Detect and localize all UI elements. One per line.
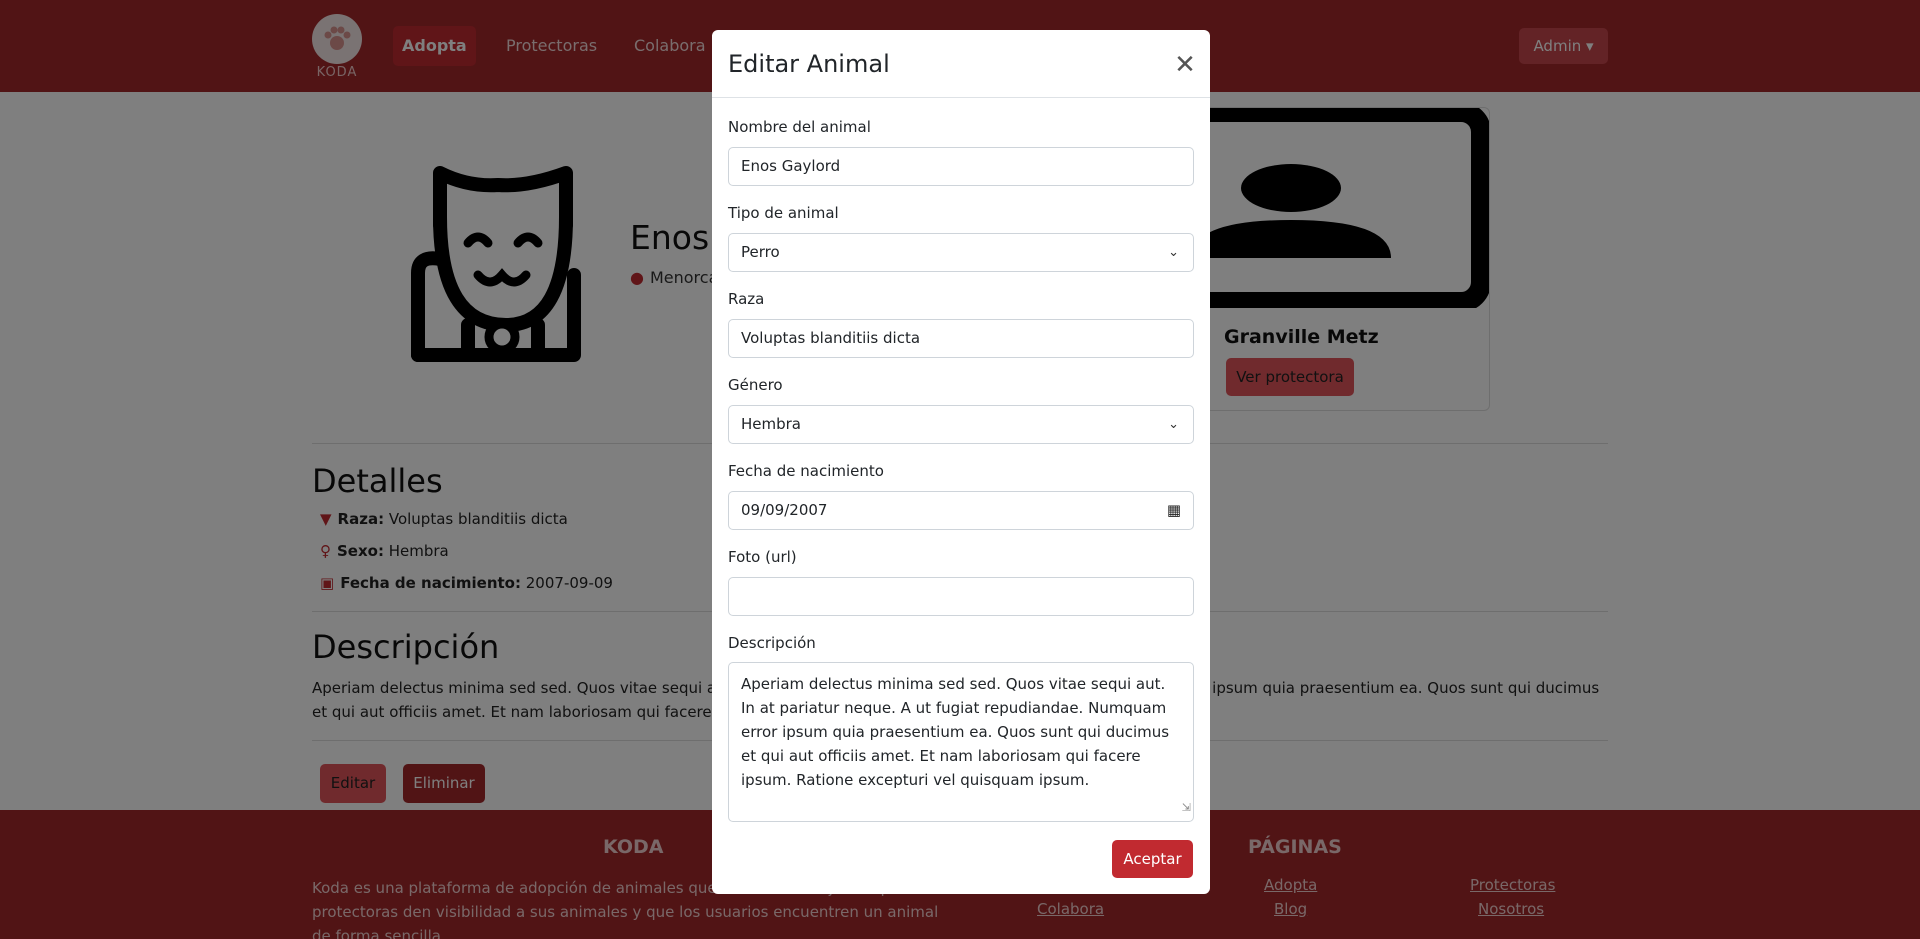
genero-value: Hembra (741, 415, 801, 433)
modal-title: Editar Animal (728, 50, 890, 78)
descripcion-value: Aperiam delectus minima sed sed. Quos vi… (741, 675, 1170, 789)
tipo-select[interactable]: Perro ⌄ (728, 233, 1194, 272)
fecha-label: Fecha de nacimiento (728, 462, 884, 480)
raza-input[interactable]: Voluptas blanditiis dicta (728, 319, 1194, 358)
tipo-label: Tipo de animal (728, 204, 839, 222)
descripcion-textarea[interactable]: Aperiam delectus minima sed sed. Quos vi… (728, 662, 1194, 822)
resize-grip-icon[interactable]: ⇲ (1182, 796, 1191, 820)
nombre-label: Nombre del animal (728, 118, 871, 136)
edit-animal-modal: Editar Animal ✕ Nombre del animal Enos G… (712, 30, 1210, 894)
genero-label: Género (728, 376, 783, 394)
close-icon[interactable]: ✕ (1172, 52, 1198, 78)
tipo-value: Perro (741, 243, 780, 261)
nombre-input[interactable]: Enos Gaylord (728, 147, 1194, 186)
genero-select[interactable]: Hembra ⌄ (728, 405, 1194, 444)
descripcion-label: Descripción (728, 634, 816, 652)
chevron-down-icon: ⌄ (1168, 417, 1179, 432)
fecha-value: 09/09/2007 (741, 501, 828, 519)
modal-header: Editar Animal ✕ (712, 30, 1210, 98)
foto-label: Foto (url) (728, 548, 797, 566)
chevron-down-icon: ⌄ (1168, 245, 1179, 260)
accept-button[interactable]: Aceptar (1112, 840, 1193, 878)
fecha-input[interactable]: 09/09/2007 ▦ (728, 491, 1194, 530)
raza-label: Raza (728, 290, 765, 308)
calendar-icon[interactable]: ▦ (1167, 492, 1181, 529)
foto-url-input[interactable] (728, 577, 1194, 616)
